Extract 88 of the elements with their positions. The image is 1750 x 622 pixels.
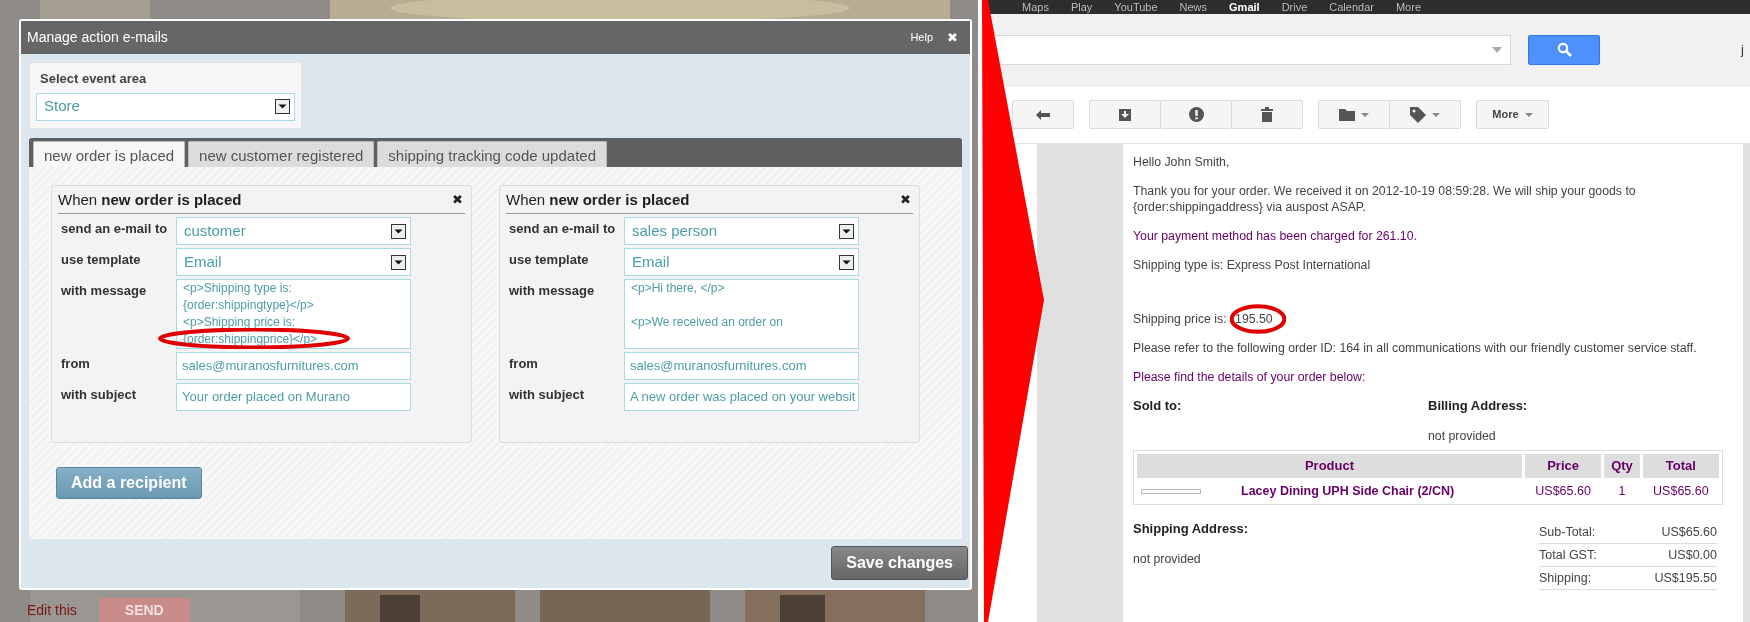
section-heading: Billing Address: [1428, 398, 1529, 414]
tag-icon [1410, 106, 1426, 123]
field-label: with message [60, 282, 148, 300]
remove-button[interactable]: ✖ [900, 190, 911, 210]
total-value: US$65.60 [1624, 521, 1717, 544]
nav-link[interactable]: Calendar [1329, 0, 1374, 16]
section-heading: Shipping Address: [1133, 521, 1250, 537]
address-text: not provided [1428, 428, 1497, 444]
product-name: Lacey Dining UPH Side Chair (2/CN) [1241, 483, 1455, 499]
total-value: US$195.50 [1624, 566, 1717, 590]
reply-button[interactable] [1012, 100, 1074, 129]
tab[interactable]: new customer registered [188, 140, 375, 167]
paragraph: Thank you for your order. We received it on 2012-10-19 08:59:28. We will ship your goods to {order:shippingaddress} via auspost ASAP. [1133, 183, 1637, 215]
input-field[interactable]: A new order was placed on your websit [624, 383, 859, 411]
move-button[interactable] [1318, 100, 1390, 129]
nav-link[interactable]: News [1179, 0, 1208, 16]
paragraph: Please refer to the following order ID: 164 in all communications with our friendly customer service staff. [1133, 340, 1698, 356]
remove-button[interactable]: ✖ [452, 190, 463, 210]
column-header: Qty [1604, 454, 1640, 478]
paragraph: Hello John Smith, [1133, 154, 1231, 170]
search-icon [1556, 42, 1572, 57]
dropdown[interactable]: Email [176, 248, 411, 276]
caret-icon [1524, 112, 1533, 117]
account-name[interactable]: j [1741, 39, 1744, 60]
caret-icon [1361, 112, 1369, 117]
nav-link[interactable]: YouTube [1114, 0, 1158, 16]
paragraph: Shipping type is: Express Post International [1133, 257, 1372, 273]
caret-icon [1432, 112, 1440, 117]
dialog-title: Manage action e-mails [27, 28, 168, 47]
column-header: Total [1642, 454, 1719, 478]
caret-icon [1492, 46, 1502, 53]
close-button[interactable]: ✖ [947, 27, 958, 48]
column-header: Price [1524, 454, 1602, 478]
search-button[interactable] [1528, 34, 1600, 65]
nav-link[interactable]: Maps [1022, 0, 1049, 16]
field-label: with subject [60, 386, 138, 404]
card-heading: When new order is placed [506, 189, 690, 210]
delete-button[interactable] [1231, 100, 1303, 129]
folder-icon [1339, 108, 1355, 121]
field-label: with subject [508, 386, 586, 404]
help-link[interactable]: Help [910, 29, 933, 46]
field-label: send an e-mail to [60, 220, 169, 238]
nav-link[interactable]: More [1395, 0, 1421, 16]
input-field[interactable]: sales@muranosfurnitures.com [624, 352, 859, 380]
total-label: Shipping: [1539, 566, 1625, 590]
more-button[interactable]: More [1476, 100, 1549, 129]
dropdown[interactable]: Email [624, 248, 859, 276]
input-field[interactable]: sales@muranosfurnitures.com [176, 352, 411, 380]
section-heading: Sold to: [1133, 398, 1183, 414]
dropdown[interactable]: sales person [624, 217, 859, 245]
total-label: Total GST: [1539, 543, 1625, 567]
label-button[interactable] [1389, 100, 1461, 129]
table-cell-text: US$65.60 [1534, 483, 1592, 500]
dropdown[interactable]: customer [176, 217, 411, 245]
archive-button[interactable] [1089, 100, 1161, 129]
search-field[interactable] [996, 34, 1511, 65]
reply-icon [1036, 109, 1050, 120]
field-label: use template [508, 251, 590, 269]
field-label: use template [60, 251, 142, 269]
paragraph: Your payment method has been charged for 261.10. [1133, 228, 1418, 244]
exclamation-icon [1188, 107, 1204, 122]
trash-icon [1261, 107, 1273, 122]
table-cell-text: US$65.60 [1652, 483, 1710, 500]
tab[interactable]: new order is placed [33, 140, 186, 167]
field-label: Select event area [40, 70, 148, 88]
total-label: Sub-Total: [1539, 521, 1625, 544]
nav-link[interactable]: Drive [1281, 0, 1308, 16]
message-field[interactable]: <p>Shipping type is: {order:shippingtype}</p> <p>Shipping price is: {order:shippingprice}</p> [176, 279, 411, 349]
tab[interactable]: shipping tracking code updated [377, 140, 607, 167]
nav-link[interactable]: Gmail [1229, 0, 1260, 16]
column-header: Product [1137, 454, 1522, 478]
archive-icon [1118, 107, 1132, 122]
total-value: US$0.00 [1624, 543, 1717, 567]
nav-link[interactable]: Play [1070, 0, 1093, 16]
address-text: not provided [1133, 551, 1202, 567]
input-field[interactable]: Your order placed on Murano [176, 383, 411, 411]
message-field[interactable]: <p>Hi there, </p> <p>We received an order on [624, 279, 859, 349]
field-label: from [60, 355, 91, 373]
card-heading: When new order is placed [58, 189, 242, 210]
save-button[interactable]: Save changes [831, 545, 968, 580]
paragraph: Shipping price is: 195.50 [1133, 311, 1723, 327]
spam-button[interactable] [1160, 100, 1232, 129]
field-label: send an e-mail to [508, 220, 617, 238]
field-label: with message [508, 282, 596, 300]
field-label: from [508, 355, 539, 373]
event-area-dropdown[interactable]: Store [36, 92, 295, 121]
table-cell-text: 1 [1617, 483, 1627, 500]
paragraph: Please find the details of your order below: [1133, 369, 1367, 385]
